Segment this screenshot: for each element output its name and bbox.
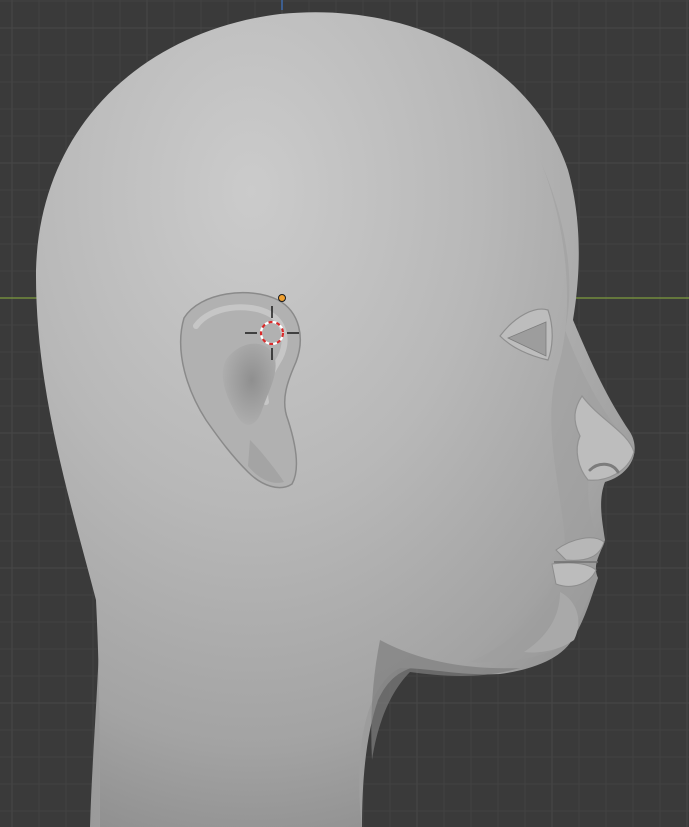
3d-viewport[interactable] [0,0,689,827]
object-origin-icon[interactable] [278,294,286,302]
viewport-canvas[interactable] [0,0,689,827]
